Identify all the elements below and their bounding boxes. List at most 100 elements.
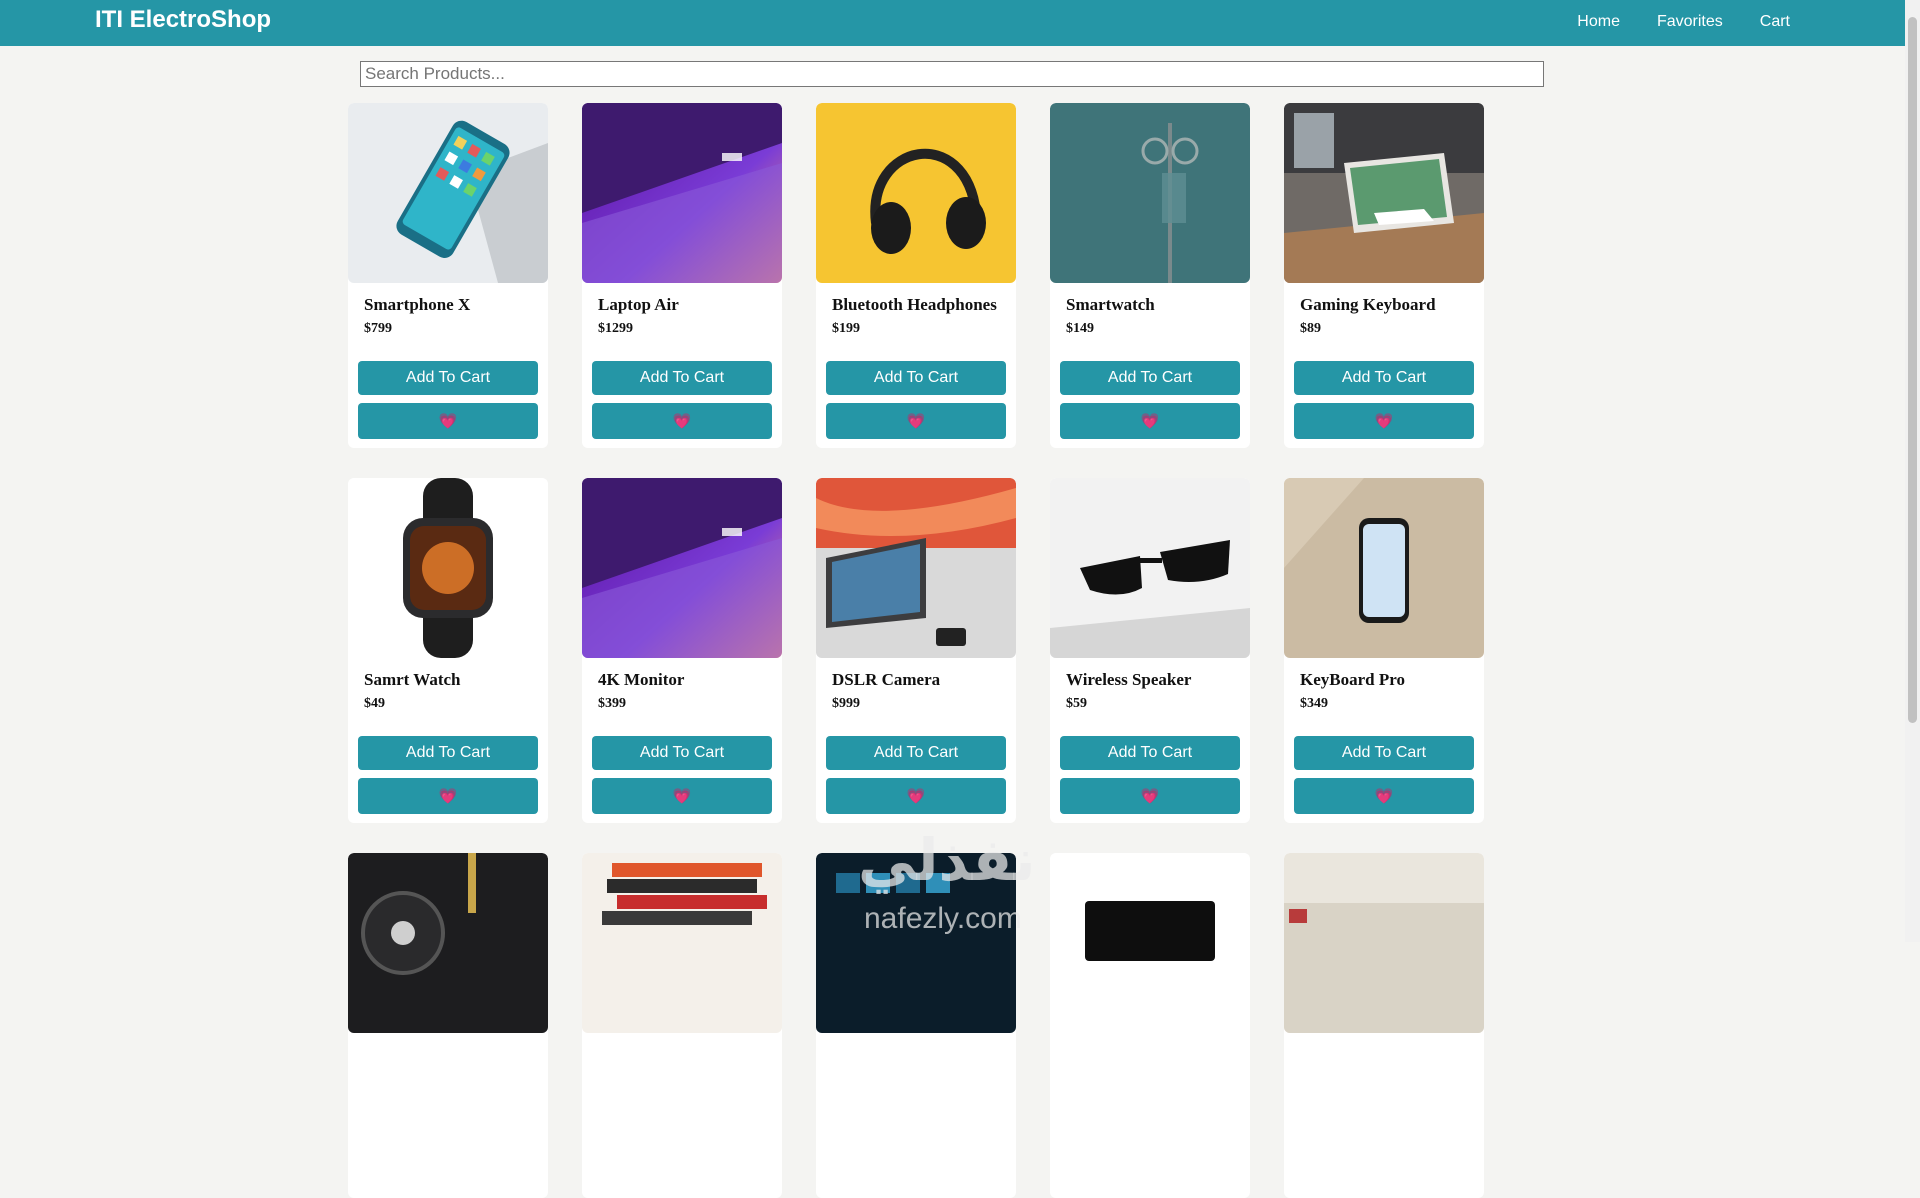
black-device-photo xyxy=(1050,853,1250,1033)
heart-icon: 💗 xyxy=(1140,412,1160,430)
product-price: $59 xyxy=(1066,696,1087,711)
favorite-button[interactable]: 💗 xyxy=(592,403,772,439)
heart-icon: 💗 xyxy=(1140,787,1160,805)
product-name: Smartwatch xyxy=(1066,295,1155,314)
product-card xyxy=(1050,853,1250,1198)
retro-keyboard-photo xyxy=(1284,853,1484,1033)
product-name: DSLR Camera xyxy=(832,670,941,689)
product-image[interactable] xyxy=(816,853,1016,1033)
product-card: Bluetooth Headphones $199 Add To Cart 💗 xyxy=(816,103,1016,448)
product-image[interactable] xyxy=(582,103,782,283)
heart-icon: 💗 xyxy=(438,787,458,805)
product-grid: Smartphone X $799 Add To Cart 💗 Laptop A… xyxy=(348,103,1484,1198)
product-image[interactable] xyxy=(348,103,548,283)
heart-icon: 💗 xyxy=(1374,412,1394,430)
product-image[interactable] xyxy=(348,478,548,658)
add-to-cart-button[interactable]: Add To Cart xyxy=(358,736,538,770)
product-card xyxy=(1284,853,1484,1198)
smartphone-photo xyxy=(348,103,548,283)
product-image[interactable] xyxy=(348,853,548,1033)
product-card xyxy=(348,853,548,1198)
nav-cart-link[interactable]: Cart xyxy=(1760,13,1790,31)
brand-logo[interactable]: ITI ElectroShop xyxy=(95,6,271,34)
keyboard-lights-photo xyxy=(816,853,1016,1033)
favorite-button[interactable]: 💗 xyxy=(1294,778,1474,814)
favorite-button[interactable]: 💗 xyxy=(826,778,1006,814)
favorite-button[interactable]: 💗 xyxy=(592,778,772,814)
books-photo xyxy=(582,853,782,1033)
heart-icon: 💗 xyxy=(672,412,692,430)
product-image[interactable] xyxy=(582,478,782,658)
product-price: $399 xyxy=(598,696,626,711)
product-card: Laptop Air $1299 Add To Cart 💗 xyxy=(582,103,782,448)
product-price: $199 xyxy=(832,321,860,336)
search-input[interactable] xyxy=(360,61,1544,87)
product-name: 4K Monitor xyxy=(598,670,685,689)
product-image[interactable] xyxy=(816,103,1016,283)
product-image[interactable] xyxy=(1284,853,1484,1033)
product-card: Smartwatch $149 Add To Cart 💗 xyxy=(1050,103,1250,448)
product-name: Smartphone X xyxy=(364,295,471,314)
phone-on-wood-photo xyxy=(1284,478,1484,658)
product-card xyxy=(816,853,1016,1198)
headphones-photo xyxy=(816,103,1016,283)
product-image[interactable] xyxy=(1284,103,1484,283)
add-to-cart-button[interactable]: Add To Cart xyxy=(1060,736,1240,770)
add-to-cart-button[interactable]: Add To Cart xyxy=(358,361,538,395)
add-to-cart-button[interactable]: Add To Cart xyxy=(1060,361,1240,395)
product-name: Wireless Speaker xyxy=(1066,670,1192,689)
product-card: Gaming Keyboard $89 Add To Cart 💗 xyxy=(1284,103,1484,448)
add-to-cart-button[interactable]: Add To Cart xyxy=(1294,736,1474,770)
product-price: $49 xyxy=(364,696,385,711)
favorite-button[interactable]: 💗 xyxy=(826,403,1006,439)
heart-icon: 💗 xyxy=(438,412,458,430)
iv-stand-photo xyxy=(1050,103,1250,283)
favorite-button[interactable]: 💗 xyxy=(1294,403,1474,439)
product-price: $999 xyxy=(832,696,860,711)
page-scrollbar[interactable] xyxy=(1905,0,1920,942)
heart-icon: 💗 xyxy=(672,787,692,805)
add-to-cart-button[interactable]: Add To Cart xyxy=(826,736,1006,770)
nav-favorites-link[interactable]: Favorites xyxy=(1657,13,1723,31)
add-to-cart-button[interactable]: Add To Cart xyxy=(592,736,772,770)
product-image[interactable] xyxy=(816,478,1016,658)
product-name: Gaming Keyboard xyxy=(1300,295,1436,314)
add-to-cart-button[interactable]: Add To Cart xyxy=(826,361,1006,395)
scrollbar-thumb[interactable] xyxy=(1908,17,1917,723)
favorite-button[interactable]: 💗 xyxy=(358,778,538,814)
product-image[interactable] xyxy=(1050,103,1250,283)
nav-links: Home Favorites Cart xyxy=(1577,13,1790,31)
product-image[interactable] xyxy=(1050,853,1250,1033)
nav-home-link[interactable]: Home xyxy=(1577,13,1620,31)
product-price: $149 xyxy=(1066,321,1094,336)
favorite-button[interactable]: 💗 xyxy=(358,403,538,439)
product-image[interactable] xyxy=(582,853,782,1033)
product-image[interactable] xyxy=(1284,478,1484,658)
product-name: Bluetooth Headphones xyxy=(832,295,997,314)
product-image[interactable] xyxy=(1050,478,1250,658)
favorite-button[interactable]: 💗 xyxy=(1060,403,1240,439)
gpu-photo xyxy=(348,853,548,1033)
monitor-laptop-photo xyxy=(816,478,1016,658)
laptop-photo xyxy=(582,478,782,658)
product-card xyxy=(582,853,782,1198)
product-name: Laptop Air xyxy=(598,295,679,314)
sunglasses-photo xyxy=(1050,478,1250,658)
favorite-button[interactable]: 💗 xyxy=(1060,778,1240,814)
product-card: KeyBoard Pro $349 Add To Cart 💗 xyxy=(1284,478,1484,823)
product-card: Samrt Watch $49 Add To Cart 💗 xyxy=(348,478,548,823)
product-card: DSLR Camera $999 Add To Cart 💗 xyxy=(816,478,1016,823)
add-to-cart-button[interactable]: Add To Cart xyxy=(1294,361,1474,395)
product-price: $89 xyxy=(1300,321,1321,336)
product-card: Wireless Speaker $59 Add To Cart 💗 xyxy=(1050,478,1250,823)
product-name: KeyBoard Pro xyxy=(1300,670,1405,689)
laptop-photo xyxy=(582,103,782,283)
add-to-cart-button[interactable]: Add To Cart xyxy=(592,361,772,395)
heart-icon: 💗 xyxy=(1374,787,1394,805)
heart-icon: 💗 xyxy=(906,412,926,430)
product-name: Samrt Watch xyxy=(364,670,461,689)
product-card: Smartphone X $799 Add To Cart 💗 xyxy=(348,103,548,448)
product-price: $799 xyxy=(364,321,392,336)
product-price: $1299 xyxy=(598,321,633,336)
laptop-desk-photo xyxy=(1284,103,1484,283)
